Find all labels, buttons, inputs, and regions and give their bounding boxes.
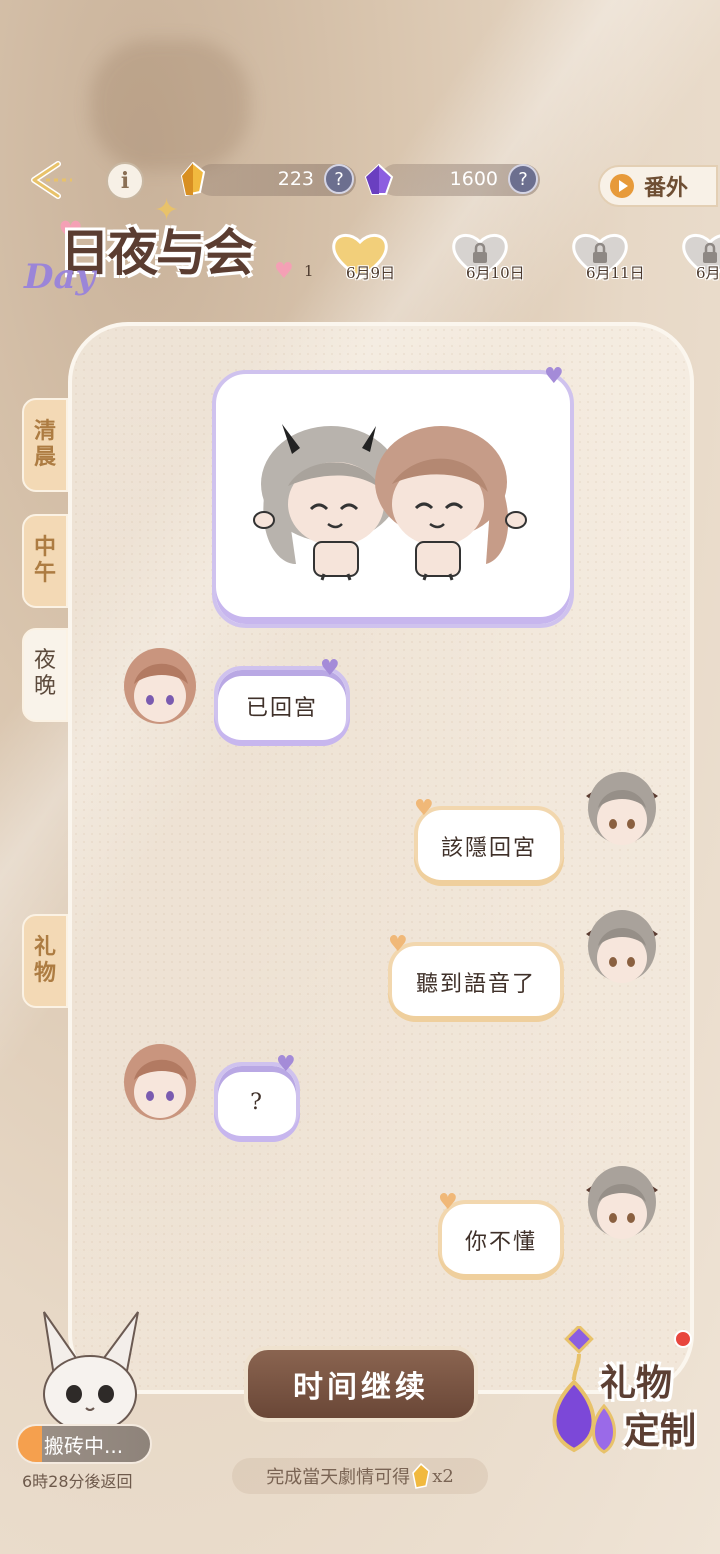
date-label: 6月10日 <box>466 264 525 282</box>
play-icon <box>610 174 634 198</box>
date-selector: 1 6月9日 6月10日 6月11日 6月 <box>300 230 720 290</box>
message-text: 該隱回宮 <box>440 836 537 861</box>
continue-time-button[interactable]: 时间继续 <box>244 1346 478 1422</box>
date-item-jun11[interactable]: 6月11日 <box>550 230 670 290</box>
gem-currency-bar: 1600 ? <box>380 164 540 196</box>
back-arrow-icon[interactable] <box>28 160 78 200</box>
extra-story-button[interactable]: 番外 <box>598 165 718 207</box>
tab-noon[interactable]: 中午 <box>22 514 68 608</box>
date-item-jun12[interactable]: 6月 <box>660 230 720 290</box>
gift-custom-line2: 定制 <box>624 1410 697 1452</box>
chibi-couple-sticker <box>253 424 527 581</box>
reward-hint: 完成當天劇情可得 x2 <box>232 1458 488 1494</box>
info-icon: i <box>120 168 130 194</box>
return-timer: 6時28分後返回 <box>22 1472 133 1491</box>
heart-icon: ♥ <box>544 364 564 389</box>
info-button[interactable]: i <box>106 162 144 200</box>
notification-dot <box>674 1330 692 1348</box>
background-heart-decoration <box>90 40 250 170</box>
gold-crystal-icon <box>412 1463 431 1489</box>
tab-gift-label: 礼物 <box>33 934 56 986</box>
tab-morning-label: 清晨 <box>33 418 56 470</box>
reward-hint-text: 完成當天劇情可得 <box>266 1467 411 1488</box>
gold-help-button[interactable]: ? <box>324 164 354 194</box>
message-text: ? <box>250 1089 264 1115</box>
heart-icon: ♥ <box>414 796 436 821</box>
gold-currency-bar: 223 ? <box>196 164 356 196</box>
avatar-brown-hair[interactable] <box>120 644 200 728</box>
day-night-logo: ✦ ♥ 日夜与会 Day ♥ <box>24 193 324 305</box>
heart-icon: ♥ <box>438 1190 460 1215</box>
gift-custom-line1: 礼物 <box>600 1362 673 1404</box>
bunny-pet-icon[interactable] <box>30 1306 150 1436</box>
message-text: 已回宫 <box>245 696 318 721</box>
chat-bubble-left: ? ♥ <box>214 1052 300 1142</box>
chat-bubble-right: 聽到語音了 ♥ <box>388 932 564 1022</box>
avatar-grey-hair[interactable] <box>582 904 662 988</box>
sticker-message-bubble: ♥ <box>212 364 574 628</box>
purple-gem-icon <box>364 163 394 195</box>
heart-icon: ♥ <box>274 259 294 284</box>
extra-story-label: 番外 <box>644 175 689 201</box>
avatar-grey-hair[interactable] <box>582 1160 662 1244</box>
gold-crystal-icon <box>180 162 206 196</box>
date-item-jun9[interactable]: 6月9日 <box>310 230 430 290</box>
gift-customize-button[interactable]: 礼物 定制 <box>540 1326 720 1466</box>
avatar-brown-hair[interactable] <box>120 1040 200 1124</box>
continue-label: 时间继续 <box>293 1370 429 1405</box>
date-label: 6月9日 <box>346 264 396 282</box>
message-text: 你不懂 <box>464 1230 537 1255</box>
heart-icon: ♥ <box>320 656 342 681</box>
tab-morning[interactable]: 清晨 <box>22 398 68 492</box>
date-label: 6月11日 <box>586 264 645 282</box>
chat-bubble-right: 你不懂 ♥ <box>438 1190 564 1280</box>
message-text: 聽到語音了 <box>415 972 536 997</box>
tab-night[interactable]: 夜晚 <box>22 628 68 722</box>
status-label: 搬砖中... <box>44 1433 124 1458</box>
heart-icon: ♥ <box>388 932 410 957</box>
reward-count: x2 <box>432 1465 454 1487</box>
date-item-jun10[interactable]: 6月10日 <box>430 230 550 290</box>
gem-help-button[interactable]: ? <box>508 164 538 194</box>
gem-amount: 1600 <box>449 168 498 190</box>
avatar-grey-hair[interactable] <box>582 766 662 850</box>
chat-bubble-right: 該隱回宮 ♥ <box>414 796 564 886</box>
status-working-pill: 搬砖中... <box>16 1424 152 1464</box>
gold-amount: 223 <box>277 168 314 190</box>
tab-night-label: 夜晚 <box>33 648 56 699</box>
tab-noon-label: 中午 <box>33 534 56 586</box>
tab-gift[interactable]: 礼物 <box>22 914 68 1008</box>
chat-bubble-left: 已回宫 ♥ <box>214 656 350 746</box>
logo-day-text: Day <box>24 257 96 297</box>
date-label: 6月 <box>696 264 720 282</box>
heart-icon: ♥ <box>276 1052 298 1077</box>
